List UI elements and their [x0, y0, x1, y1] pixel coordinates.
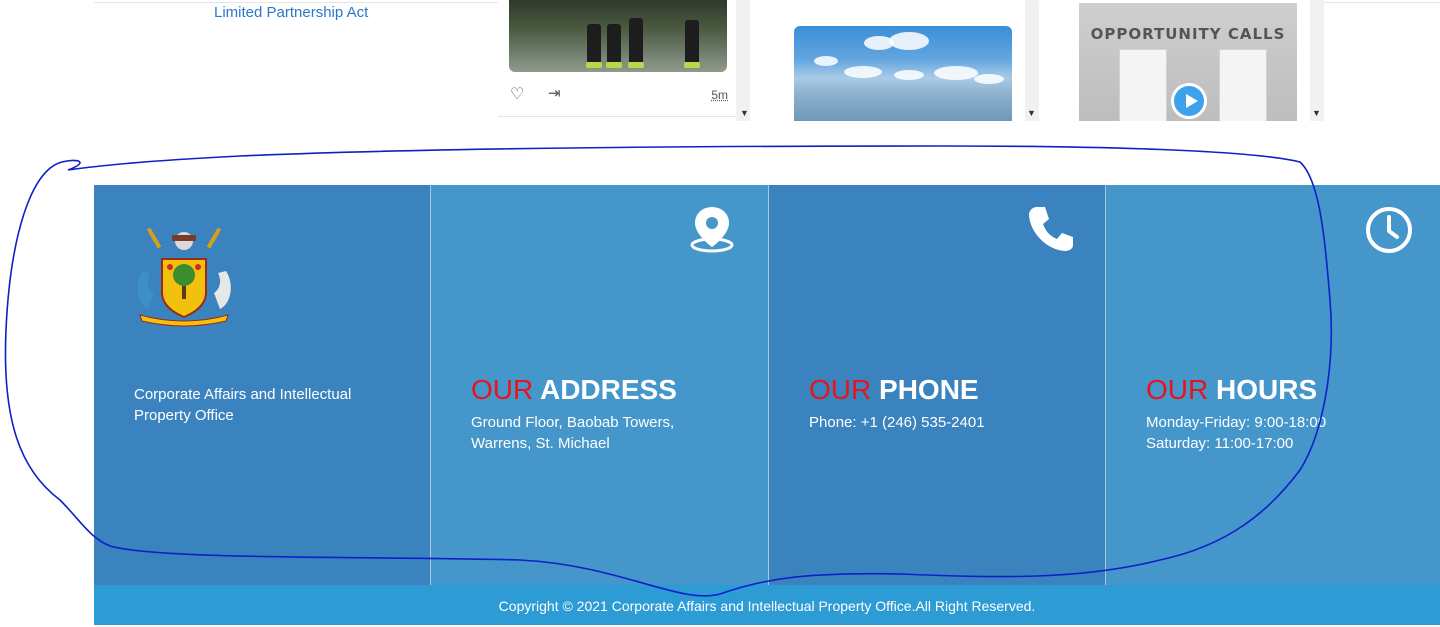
- address-line-2: Warrens, St. Michael: [471, 435, 610, 452]
- address-line-1: Ground Floor, Baobab Towers,: [471, 414, 675, 431]
- hours-line-1: Monday-Friday: 9:00-18:00: [1146, 414, 1327, 431]
- phone-heading: OUR PHONE: [809, 374, 979, 406]
- feed-scrollbar[interactable]: [736, 0, 750, 121]
- hours-line-2: Saturday: 11:00-17:00: [1146, 435, 1294, 452]
- address-heading-main: ADDRESS: [539, 374, 677, 405]
- address-heading-accent: OUR: [471, 374, 534, 405]
- copyright-bar: Copyright © 2021 Corporate Affairs and I…: [94, 585, 1440, 625]
- share-icon[interactable]: ⇥: [548, 84, 561, 102]
- phone-icon: [1029, 207, 1073, 251]
- scroll-down-arrow-icon[interactable]: ▼: [740, 108, 749, 118]
- card-actions: ♡ ⇥ 5m: [510, 84, 728, 104]
- sky-photo[interactable]: [794, 26, 1012, 121]
- footer-org-column: Corporate Affairs and Intellectual Prope…: [94, 185, 430, 585]
- feed-card-2[interactable]: ▼: [754, 0, 1039, 121]
- footer-hours-column: OUR HOURS Monday-Friday: 9:00-18:00 Satu…: [1106, 185, 1440, 585]
- scroll-down-arrow-icon[interactable]: ▼: [1312, 108, 1321, 118]
- phone-line-1: Phone: +1 (246) 535-2401: [809, 414, 985, 431]
- address-text: Ground Floor, Baobab Towers, Warrens, St…: [471, 412, 674, 454]
- video-headline: OPPORTUNITY CALLS: [1090, 25, 1286, 43]
- heart-icon[interactable]: ♡: [510, 84, 524, 104]
- clock-icon: [1366, 207, 1412, 253]
- feed-card-1[interactable]: ♡ ⇥ 5m ▼: [498, 0, 755, 121]
- feed-card-3[interactable]: OPPORTUNITY CALLS ▼: [1040, 0, 1324, 121]
- hours-heading-main: HOURS: [1216, 374, 1318, 405]
- scroll-down-arrow-icon[interactable]: ▼: [1027, 108, 1036, 118]
- site-footer: Corporate Affairs and Intellectual Prope…: [94, 185, 1440, 585]
- organization-name: Corporate Affairs and Intellectual Prope…: [134, 386, 352, 424]
- post-time[interactable]: 5m: [711, 88, 728, 102]
- limited-partnership-act-link[interactable]: Limited Partnership Act: [214, 4, 368, 21]
- phone-heading-accent: OUR: [809, 374, 872, 405]
- address-heading: OUR ADDRESS: [471, 374, 677, 406]
- hours-heading: OUR HOURS: [1146, 374, 1317, 406]
- feed-scrollbar[interactable]: [1310, 0, 1324, 121]
- play-icon[interactable]: [1171, 83, 1207, 119]
- barbados-coat-of-arms-icon: [137, 227, 231, 327]
- map-pin-icon: [690, 207, 734, 253]
- walkers-photo[interactable]: [509, 0, 727, 72]
- footer-address-column: OUR ADDRESS Ground Floor, Baobab Towers,…: [431, 185, 768, 585]
- opportunity-calls-video[interactable]: OPPORTUNITY CALLS: [1079, 3, 1297, 121]
- card-divider: [498, 116, 738, 117]
- phone-heading-main: PHONE: [879, 374, 979, 405]
- hours-text: Monday-Friday: 9:00-18:00 Saturday: 11:0…: [1146, 412, 1326, 454]
- feed-scrollbar[interactable]: [1025, 0, 1039, 121]
- phone-text: Phone: +1 (246) 535-2401: [809, 412, 985, 433]
- footer-phone-column: OUR PHONE Phone: +1 (246) 535-2401: [769, 185, 1105, 585]
- hours-heading-accent: OUR: [1146, 374, 1209, 405]
